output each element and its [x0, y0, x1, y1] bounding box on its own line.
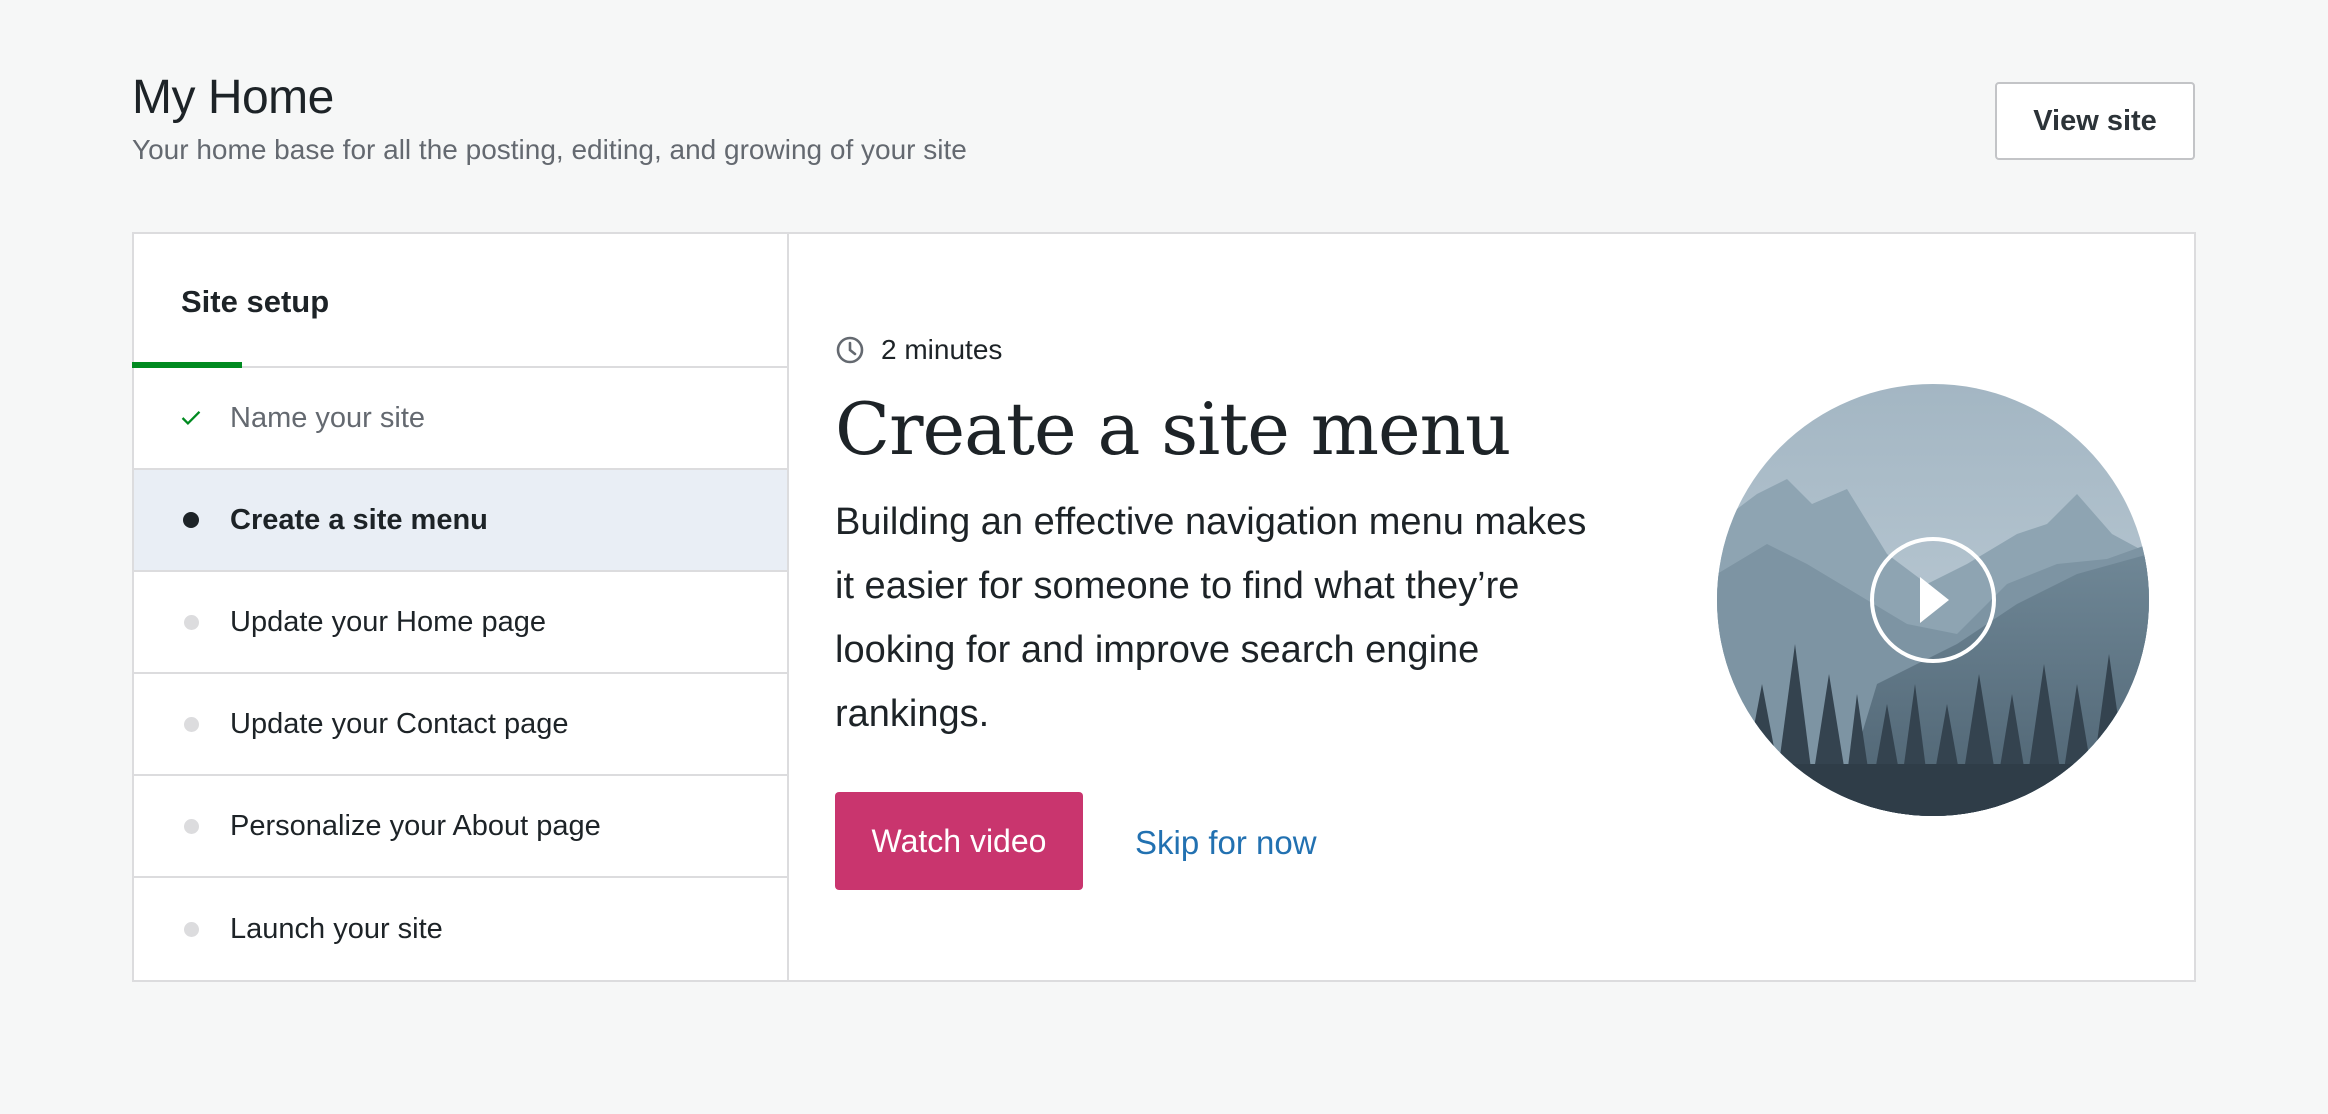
task-item-personalize-about-page[interactable]: Personalize your About page [134, 776, 787, 878]
mountain-forest-image [1717, 384, 2149, 816]
task-item-update-home-page[interactable]: Update your Home page [134, 572, 787, 674]
task-item-create-site-menu[interactable]: Create a site menu [134, 470, 787, 572]
task-item-name-your-site[interactable]: Name your site [134, 368, 787, 470]
pending-dot-icon [181, 714, 201, 734]
pending-dot-icon [181, 612, 201, 632]
skip-for-now-link[interactable]: Skip for now [1135, 824, 1317, 862]
pending-dot-icon [181, 919, 201, 939]
checkmark-icon [181, 408, 201, 428]
task-label: Create a site menu [230, 503, 488, 536]
active-dot-icon [181, 510, 201, 530]
task-label: Personalize your About page [230, 809, 601, 842]
task-content: 2 minutes Create a site menu Building an… [789, 234, 2194, 980]
task-title: Create a site menu [835, 387, 1511, 471]
site-setup-card: Site setup Name your site Create a site … [132, 232, 2196, 982]
nav-title: Site setup [181, 284, 330, 319]
clock-icon [836, 336, 864, 364]
task-label: Launch your site [230, 912, 443, 945]
view-site-button[interactable]: View site [1995, 82, 2195, 160]
task-item-update-contact-page[interactable]: Update your Contact page [134, 674, 787, 776]
page-header: My Home Your home base for all the posti… [132, 68, 967, 168]
page-title: My Home [132, 71, 334, 124]
task-item-launch-site[interactable]: Launch your site [134, 878, 787, 980]
duration-text: 2 minutes [881, 334, 1003, 365]
task-duration: 2 minutes [835, 334, 1002, 366]
task-label: Update your Home page [230, 605, 546, 638]
task-description: Building an effective navigation menu ma… [835, 501, 1587, 735]
task-label: Update your Contact page [230, 707, 569, 740]
page-subtitle: Your home base for all the posting, edit… [132, 134, 967, 165]
watch-video-button[interactable]: Watch video [835, 792, 1083, 890]
pending-dot-icon [181, 816, 201, 836]
video-thumbnail[interactable] [1717, 384, 2149, 816]
nav-header: Site setup [132, 234, 787, 368]
task-list: Name your site Create a site menu Update… [134, 368, 787, 980]
task-label: Name your site [230, 401, 426, 434]
site-setup-nav: Site setup Name your site Create a site … [132, 234, 789, 980]
